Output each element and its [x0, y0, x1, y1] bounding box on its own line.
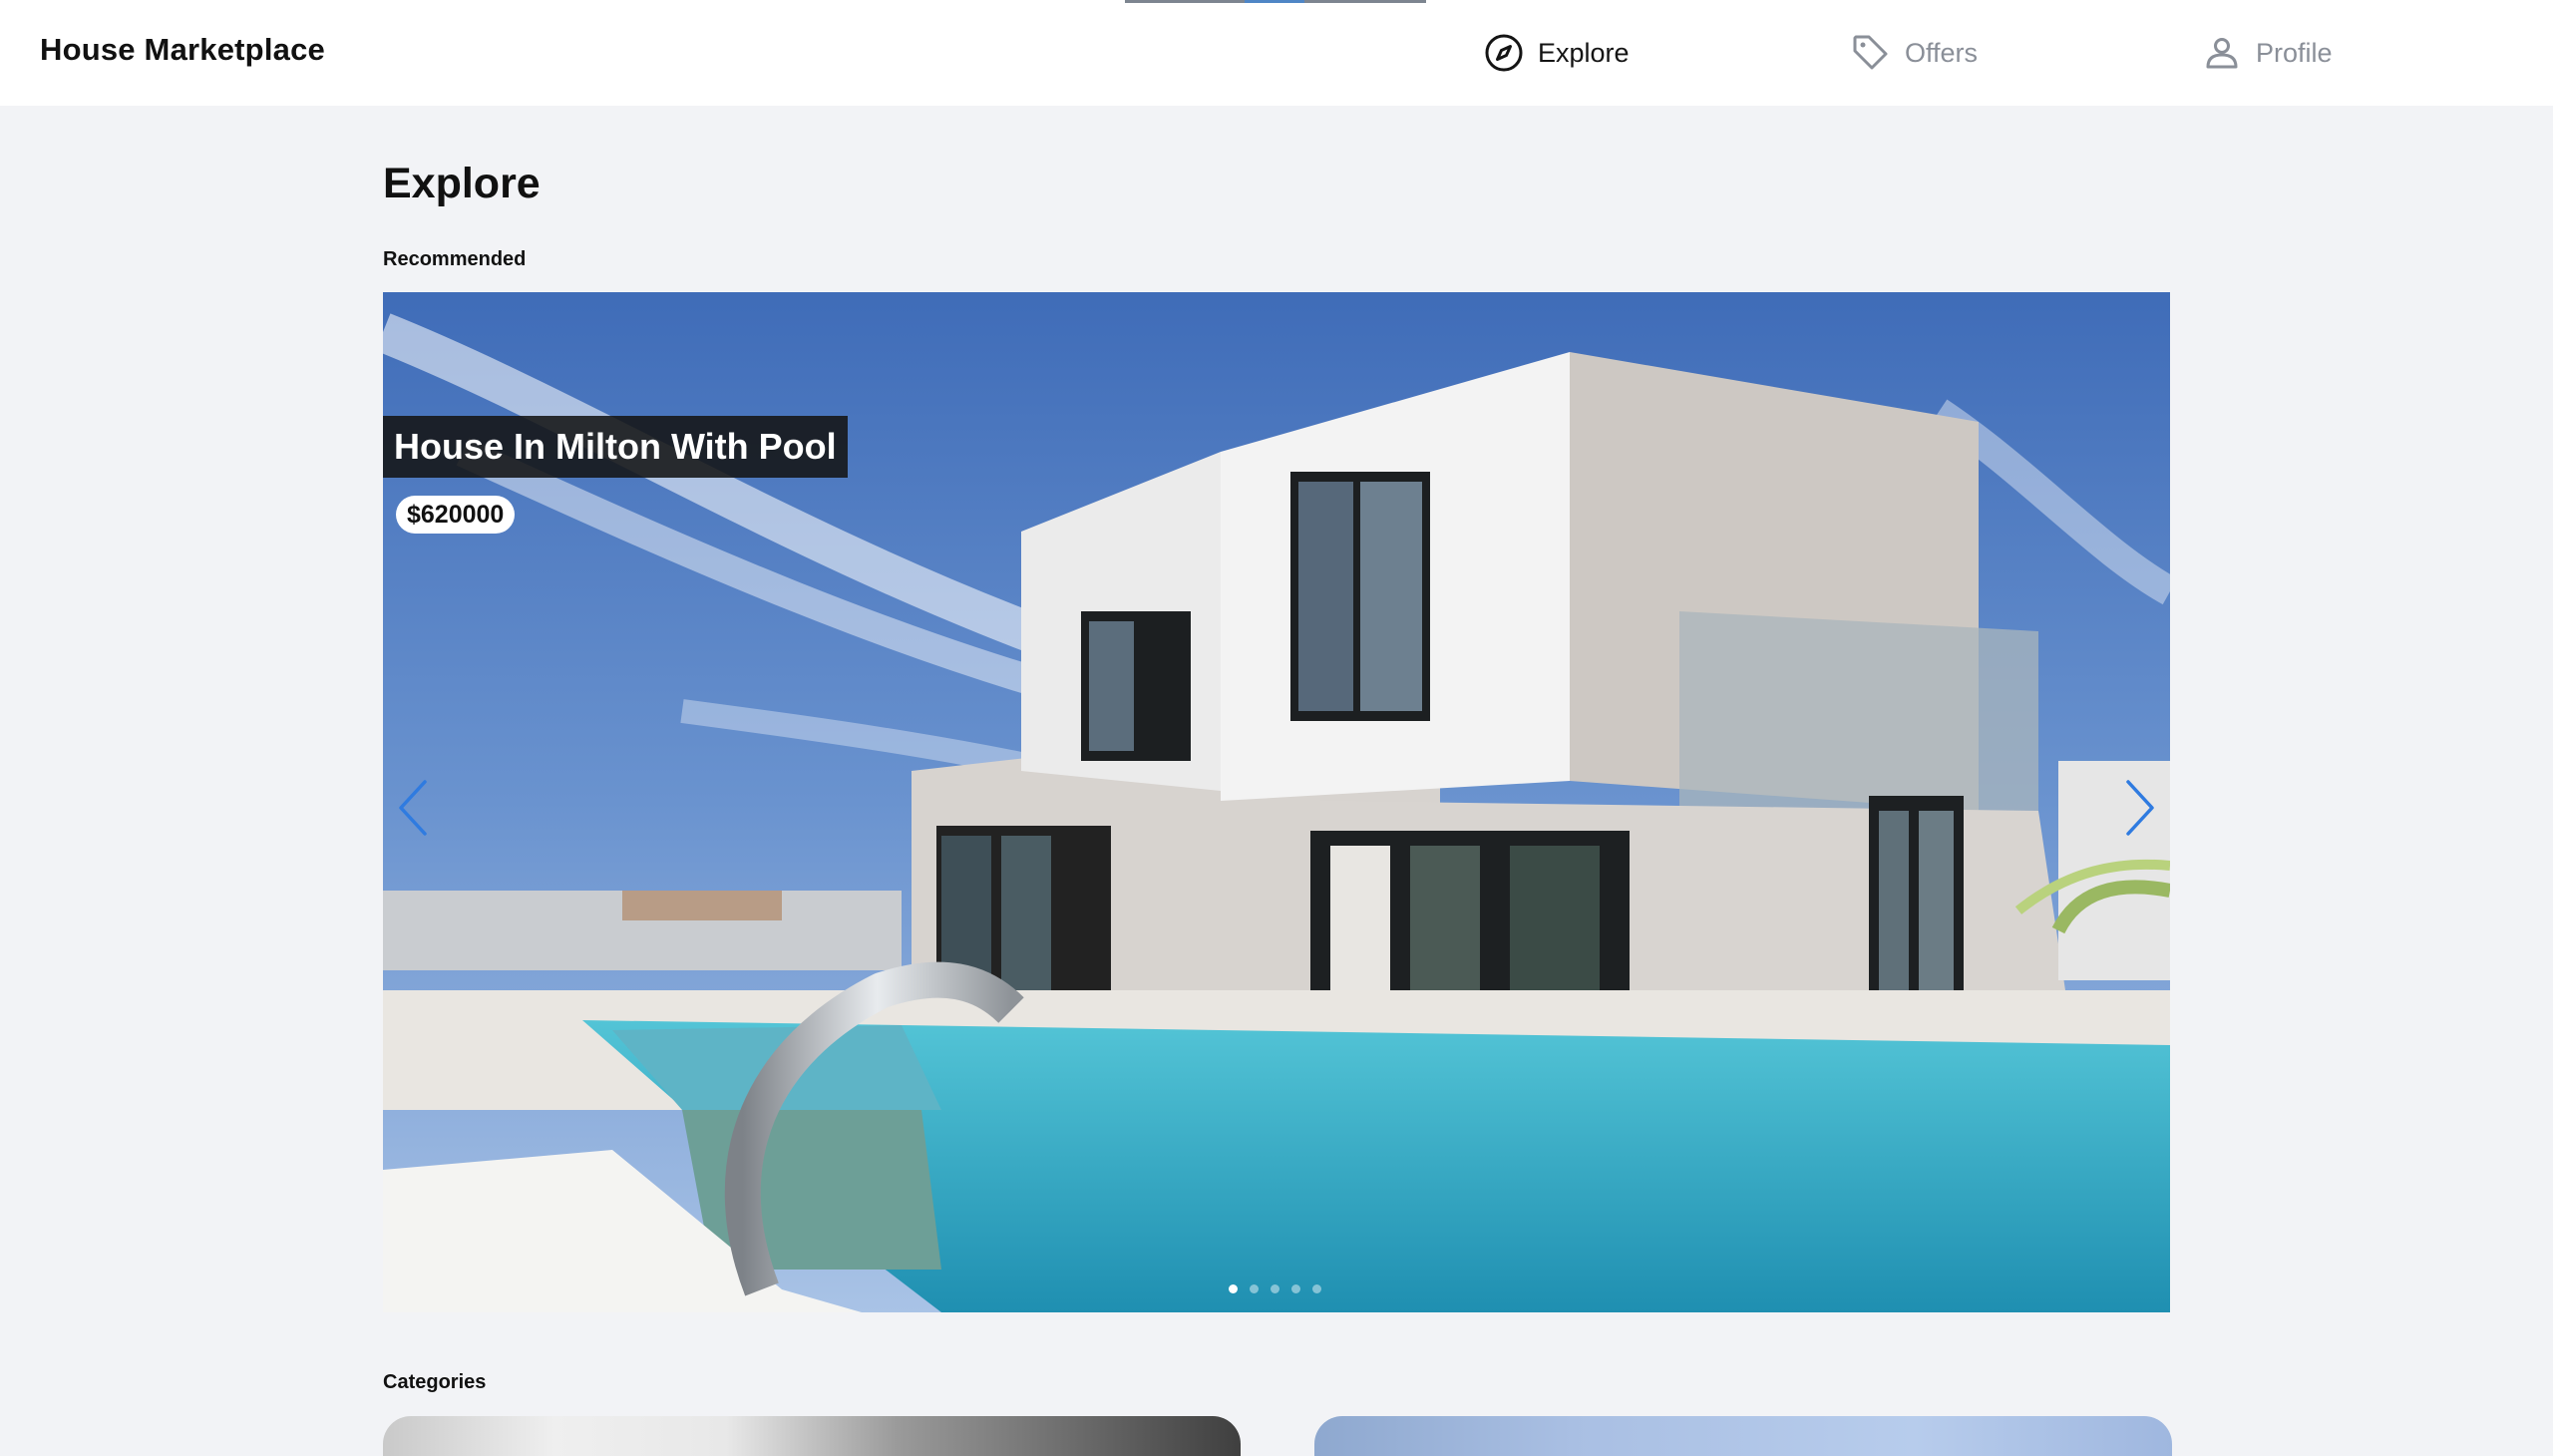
pagination-dot[interactable]: [1291, 1284, 1300, 1293]
slide-title: House In Milton With Pool: [383, 416, 848, 478]
category-card-sale[interactable]: [1314, 1416, 2172, 1456]
nav-item-offers[interactable]: Offers: [1851, 30, 1978, 76]
top-loading-bar: [1125, 0, 1426, 3]
pagination-dot[interactable]: [1229, 1284, 1238, 1293]
top-navbar: House Marketplace Explore Offers Profile: [0, 0, 2553, 106]
nav-label-explore: Explore: [1538, 37, 1630, 68]
pagination-dot[interactable]: [1312, 1284, 1321, 1293]
slide-price-badge: $620000: [396, 496, 516, 534]
chevron-right-icon: [2118, 776, 2162, 840]
categories-heading: Categories: [383, 1371, 487, 1393]
recommended-slider[interactable]: House In Milton With Pool $620000: [383, 292, 2170, 1312]
compass-icon: [1484, 33, 1524, 73]
category-card-rent[interactable]: [383, 1416, 1241, 1456]
slider-next-button[interactable]: [2118, 776, 2162, 840]
slider-prev-button[interactable]: [391, 776, 435, 840]
tag-icon: [1851, 33, 1891, 73]
chevron-left-icon: [391, 776, 435, 840]
pagination-dot[interactable]: [1250, 1284, 1259, 1293]
nav-label-profile: Profile: [2256, 37, 2333, 68]
recommended-heading: Recommended: [383, 248, 527, 270]
page-title: Explore: [383, 160, 541, 207]
nav-item-profile[interactable]: Profile: [2202, 30, 2333, 76]
user-icon: [2202, 33, 2242, 73]
nav-item-explore[interactable]: Explore: [1484, 30, 1630, 76]
pagination-dot[interactable]: [1271, 1284, 1279, 1293]
nav-label-offers: Offers: [1905, 37, 1979, 68]
slider-pagination: [1229, 1284, 1321, 1293]
brand-logo-text[interactable]: House Marketplace: [40, 32, 325, 68]
